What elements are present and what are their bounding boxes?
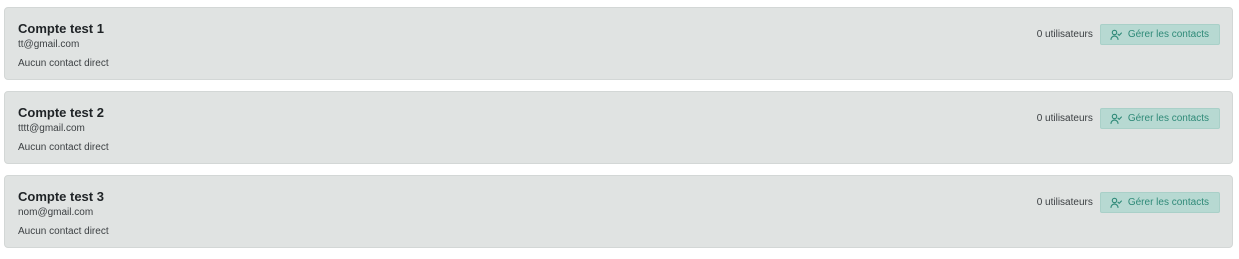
account-email: tttt@gmail.com (18, 123, 85, 134)
user-check-icon (1110, 29, 1122, 41)
account-card: Compte test 3 nom@gmail.com Aucun contac… (4, 175, 1233, 248)
user-check-icon (1110, 113, 1122, 125)
account-info: Compte test 3 nom@gmail.com Aucun contac… (18, 189, 109, 238)
manage-contacts-label: Gérer les contacts (1127, 113, 1209, 124)
manage-contacts-button[interactable]: Gérer les contacts (1099, 192, 1220, 213)
user-count: 0 utilisateurs (1036, 197, 1093, 208)
account-actions: 0 utilisateurs Gérer les contacts (1037, 108, 1220, 129)
user-count: 0 utilisateurs (1036, 29, 1093, 40)
account-card: Compte test 1 tt@gmail.com Aucun contact… (4, 7, 1233, 80)
account-email: tt@gmail.com (18, 39, 80, 50)
manage-contacts-label: Gérer les contacts (1127, 197, 1209, 208)
account-contact-status: Aucun contact direct (18, 58, 109, 69)
account-card: Compte test 2 tttt@gmail.com Aucun conta… (4, 91, 1233, 164)
account-list: Compte test 1 tt@gmail.com Aucun contact… (4, 7, 1233, 259)
account-name: Compte test 2 (18, 105, 104, 120)
account-email: nom@gmail.com (18, 207, 94, 218)
account-actions: 0 utilisateurs Gérer les contacts (1037, 192, 1220, 213)
account-name: Compte test 3 (18, 189, 104, 204)
user-count: 0 utilisateurs (1036, 113, 1093, 124)
manage-contacts-label: Gérer les contacts (1127, 29, 1209, 40)
account-contact-status: Aucun contact direct (18, 226, 109, 237)
manage-contacts-button[interactable]: Gérer les contacts (1099, 108, 1220, 129)
manage-contacts-button[interactable]: Gérer les contacts (1099, 24, 1220, 45)
account-info: Compte test 1 tt@gmail.com Aucun contact… (18, 21, 109, 70)
account-name: Compte test 1 (18, 21, 104, 36)
user-check-icon (1110, 197, 1122, 209)
account-actions: 0 utilisateurs Gérer les contacts (1037, 24, 1220, 45)
account-info: Compte test 2 tttt@gmail.com Aucun conta… (18, 105, 109, 154)
account-contact-status: Aucun contact direct (18, 142, 109, 153)
